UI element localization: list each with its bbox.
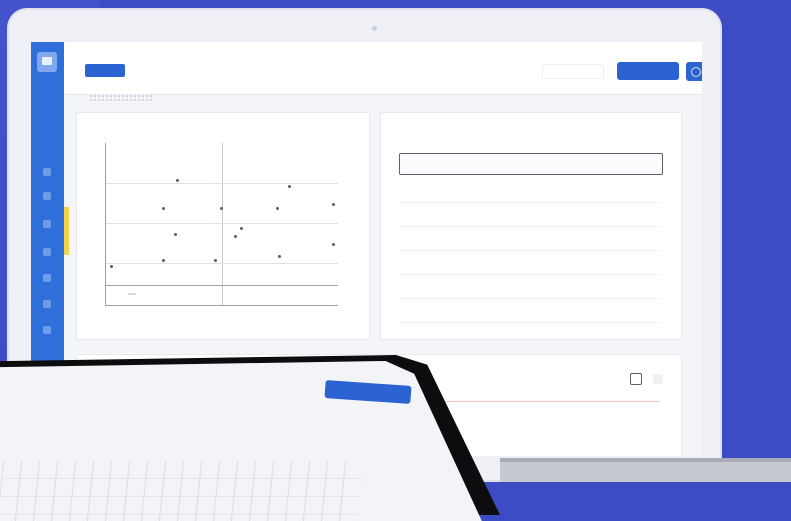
tablet-primary-button[interactable] xyxy=(324,380,412,404)
table-row[interactable] xyxy=(399,251,661,273)
table-row[interactable] xyxy=(399,323,661,345)
more-icon[interactable] xyxy=(653,374,663,384)
plot-point xyxy=(288,185,291,188)
plot-divider xyxy=(222,143,223,305)
camera-dot xyxy=(372,26,377,31)
top-bar xyxy=(64,42,702,95)
plot-point xyxy=(276,207,279,210)
table-header xyxy=(399,153,663,175)
plot-point xyxy=(278,255,281,258)
primary-button[interactable] xyxy=(617,62,679,80)
table-row[interactable] xyxy=(399,227,661,249)
breadcrumb-dots xyxy=(89,94,153,102)
tablet-device xyxy=(0,355,500,521)
plot-point xyxy=(220,207,223,210)
plot-point xyxy=(176,179,179,182)
nav-icon-5[interactable] xyxy=(43,274,51,282)
plot-baseline xyxy=(106,285,338,286)
nav-icon-4[interactable] xyxy=(43,248,51,256)
settings-icon[interactable] xyxy=(686,62,702,81)
plot-point xyxy=(234,235,237,238)
plot-legend xyxy=(128,293,136,295)
plot-gridline xyxy=(106,263,338,264)
table-row[interactable] xyxy=(399,203,661,225)
plot-gridline xyxy=(106,223,338,224)
app-logo-icon[interactable] xyxy=(37,52,57,72)
nav-icon-3[interactable] xyxy=(43,220,51,228)
tablet-table-grid xyxy=(0,461,364,521)
plot-gridline xyxy=(106,183,338,184)
search-input[interactable] xyxy=(542,64,604,79)
plot-point xyxy=(332,243,335,246)
plot-point xyxy=(110,265,113,268)
nav-icon-2[interactable] xyxy=(43,192,51,200)
nav-icon-6[interactable] xyxy=(43,300,51,308)
plot-point xyxy=(162,259,165,262)
scatter-panel xyxy=(76,112,370,340)
table-row[interactable] xyxy=(399,275,661,297)
nav-icon-7[interactable] xyxy=(43,326,51,334)
table-row[interactable] xyxy=(399,299,661,321)
laptop-base xyxy=(500,462,791,482)
plot-point xyxy=(214,259,217,262)
plus-icon[interactable] xyxy=(630,373,642,385)
plot-point xyxy=(174,233,177,236)
active-nav-indicator xyxy=(64,207,69,255)
table-row[interactable] xyxy=(399,179,661,201)
nav-icon-1[interactable] xyxy=(43,168,51,176)
scatter-plot xyxy=(105,143,338,306)
plot-point xyxy=(162,207,165,210)
table-panel xyxy=(380,112,682,340)
plot-point xyxy=(332,203,335,206)
brand-button[interactable] xyxy=(85,64,125,77)
plot-point xyxy=(240,227,243,230)
